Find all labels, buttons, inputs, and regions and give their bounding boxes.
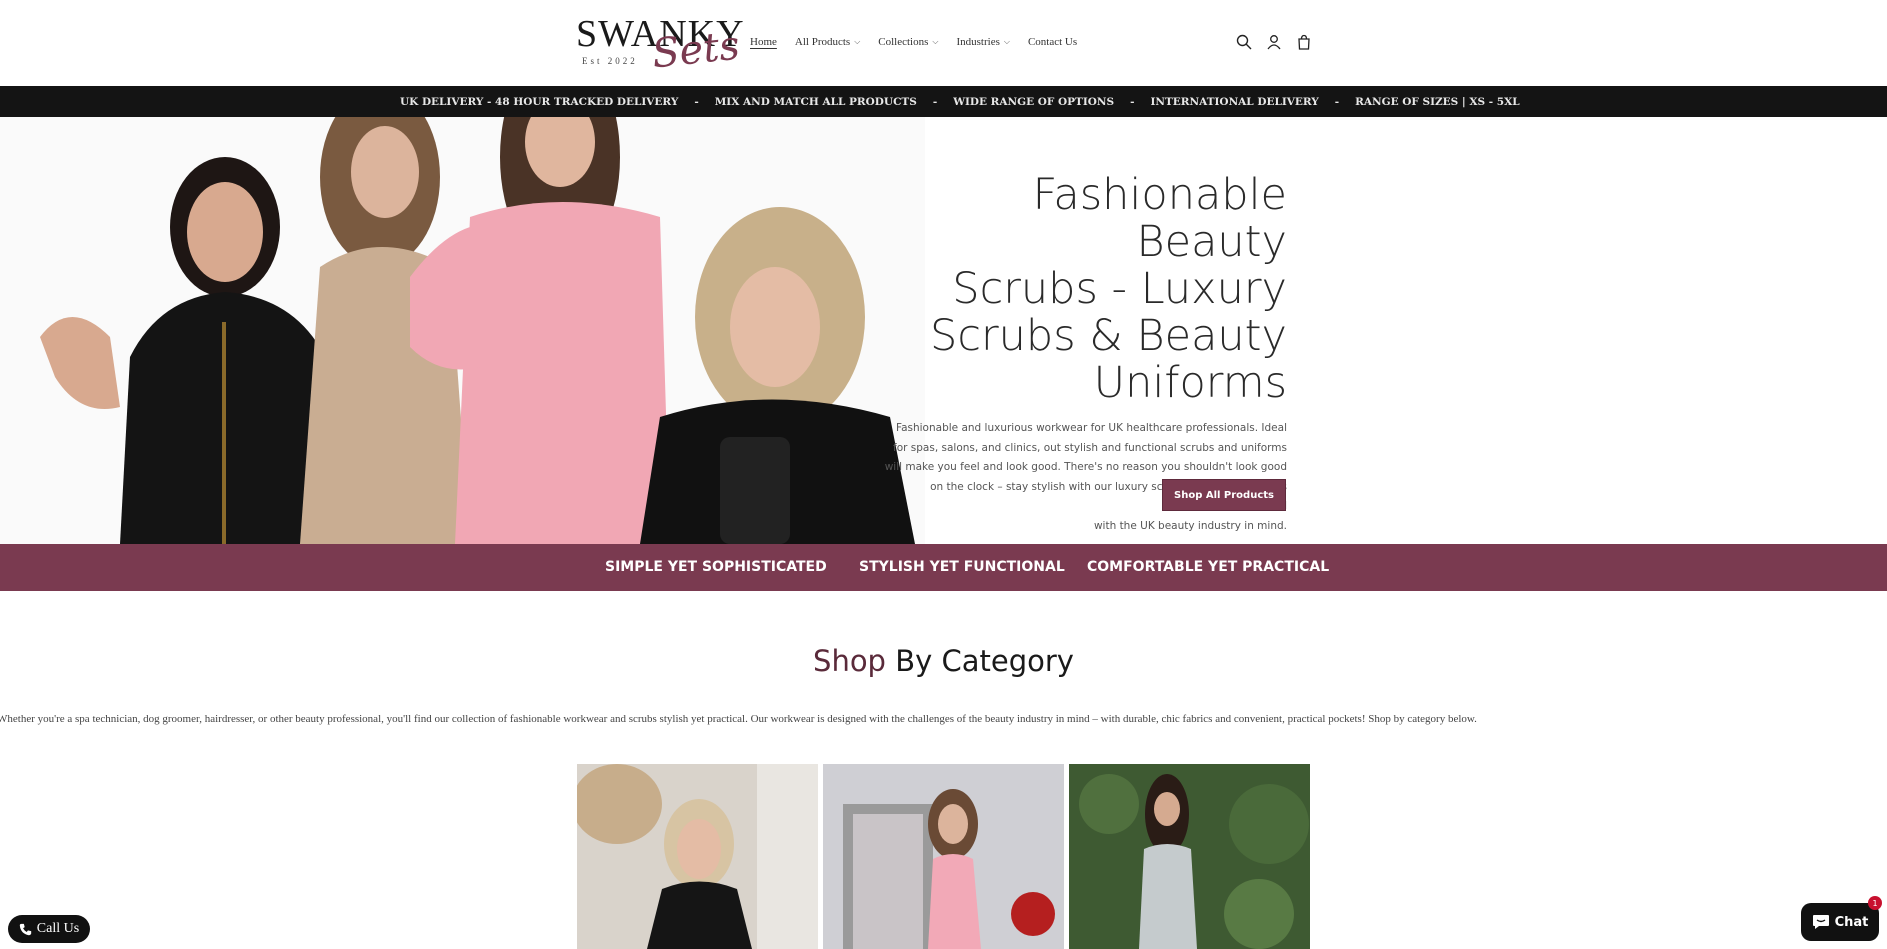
category-title-accent: Shop	[813, 644, 886, 678]
search-icon[interactable]	[1235, 33, 1253, 51]
strip-item: STYLISH YET FUNCTIONAL	[859, 559, 1065, 575]
site-header: SWANKY Sets Est 2022 Home All Products ⌵ …	[0, 0, 1887, 86]
category-card-image	[823, 764, 1064, 949]
logo-est: Est 2022	[582, 56, 638, 66]
category-cards	[577, 764, 1310, 949]
category-title: Shop By Category	[0, 644, 1887, 678]
strip-item: SIMPLE YET SOPHISTICATED	[605, 559, 827, 575]
announcement-item: MIX AND MATCH ALL PRODUCTS	[714, 95, 917, 108]
announcement-item: UK DELIVERY - 48 HOUR TRACKED DELIVERY	[400, 95, 679, 108]
announcement-item: INTERNATIONAL DELIVERY	[1150, 95, 1319, 108]
announcement-separator: -	[694, 95, 699, 108]
chevron-down-icon: ⌵	[932, 37, 939, 46]
logo-script: Sets	[649, 22, 742, 78]
hero-banner: Fashionable Beauty Scrubs - Luxury Scrub…	[0, 117, 1887, 544]
call-us-label: Call Us	[36, 921, 80, 936]
announcement-separator: -	[1334, 95, 1340, 108]
phone-icon	[19, 923, 31, 935]
announcement-item: RANGE OF SIZES | XS - 5XL	[1355, 95, 1520, 108]
category-description: Whether you're a spa technician, dog gro…	[0, 713, 1477, 725]
nav-item-all-products[interactable]: All Products ⌵	[795, 34, 860, 50]
account-icon[interactable]	[1265, 33, 1283, 51]
shop-all-products-button[interactable]: Shop All Products	[1162, 479, 1286, 511]
main-nav: Home All Products ⌵ Collections ⌵ Industri…	[750, 34, 1095, 50]
announcement-item: WIDE RANGE OF OPTIONS	[953, 95, 1115, 108]
header-icons	[1235, 33, 1313, 51]
hero-description: Fashionable and luxurious workwear for U…	[884, 422, 1287, 532]
chevron-down-icon: ⌵	[854, 37, 861, 46]
category-card-image	[577, 764, 818, 949]
chat-button[interactable]: Chat	[1801, 903, 1879, 941]
hero-title: Fashionable Beauty Scrubs - Luxury Scrub…	[930, 170, 1287, 408]
category-card[interactable]	[1069, 764, 1310, 949]
announcement-bar: UK DELIVERY - 48 HOUR TRACKED DELIVERY -…	[0, 86, 1887, 117]
announcement-separator: -	[932, 95, 938, 108]
chevron-down-icon: ⌵	[1003, 37, 1010, 46]
category-card[interactable]	[823, 764, 1064, 949]
nav-item-contact-us[interactable]: Contact Us	[1028, 34, 1077, 50]
logo[interactable]: SWANKY Sets Est 2022	[574, 12, 744, 77]
category-card[interactable]	[577, 764, 818, 949]
chat-notification-badge: 1	[1868, 896, 1882, 910]
category-card-image	[1069, 764, 1310, 949]
nav-item-home[interactable]: Home	[750, 34, 777, 50]
call-us-button[interactable]: Call Us	[8, 915, 90, 943]
value-strip: SIMPLE YET SOPHISTICATED STYLISH YET FUN…	[0, 544, 1887, 591]
hero-image	[0, 117, 925, 544]
strip-item: COMFORTABLE YET PRACTICAL	[1087, 559, 1330, 575]
chat-bubble-icon	[1812, 915, 1829, 929]
category-title-rest: By Category	[885, 644, 1074, 678]
nav-item-collections[interactable]: Collections ⌵	[878, 34, 938, 50]
chat-label: Chat	[1834, 914, 1869, 930]
cart-icon[interactable]	[1295, 33, 1313, 51]
nav-item-industries[interactable]: Industries ⌵	[956, 34, 1009, 50]
announcement-separator: -	[1130, 95, 1135, 108]
